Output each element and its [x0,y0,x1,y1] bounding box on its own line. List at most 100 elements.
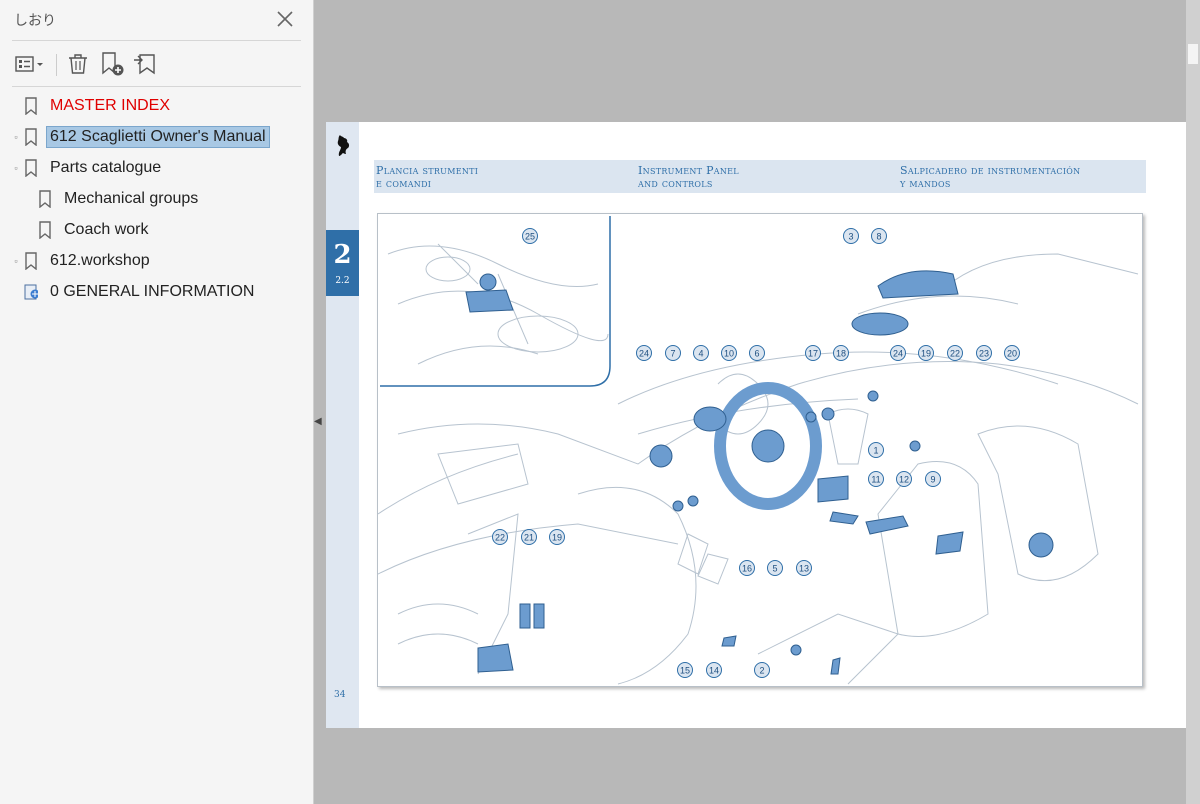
diagram-drawing: 25 3 824 7 4 10 6 17 18 24 19 22 23 20111 12 916 5 1322 21… [378,216,1139,685]
trash-icon [69,54,87,74]
expand-toggle-icon[interactable]: ▫ [12,163,20,173]
callout-marker: 16 [739,560,755,576]
callout-number: 21 [524,533,534,543]
callout-marker: 22 [947,345,963,361]
vertical-scrollbar[interactable] [1186,0,1200,804]
bookmark-item[interactable]: MASTER INDEX [12,92,174,120]
instrument-panel-diagram: 25 3 8 24 7 4 10 6 17 18 24 19 22 23 20 1 11 12 9 16 5 13 22 21… [377,213,1143,687]
callout-number: 4 [698,349,703,359]
callout-marker: 12 [896,471,912,487]
callout-marker: 4 [693,345,709,361]
bookmark-label: Mechanical groups [64,190,199,207]
bookmark-add-icon [102,52,124,76]
page-number: 34 [334,690,346,700]
bookmark-label: Coach work [64,221,149,238]
toolbar-divider [56,54,57,76]
bookmark-label: 0 GENERAL INFORMATION [50,283,255,300]
bookmark-item[interactable]: 0 GENERAL INFORMATION [12,278,258,306]
callout-marker: 9 [925,471,941,487]
close-panel-button[interactable] [272,6,298,32]
section-header: Plancia strumenti e comandi Instrument P… [374,160,1146,193]
bookmark-item[interactable]: Mechanical groups [38,185,202,213]
callout-number: 17 [808,349,818,359]
bookmark-icon [25,97,37,115]
header-spanish-line2: y mandos [900,177,951,190]
chapter-band [326,122,359,728]
callout-number: 8 [876,232,881,242]
scrollbar-thumb[interactable] [1188,44,1198,64]
bookmark-label: 612 Scaglietti Owner's Manual [46,126,270,148]
bookmark-label: MASTER INDEX [50,97,171,114]
header-spanish-line1: Salpicadero de instrumentación [900,164,1081,177]
callout-number: 11 [871,475,880,485]
bookmark-icon [25,252,37,270]
bookmark-toolbar [0,44,313,84]
callout-number: 23 [979,349,989,359]
callout-marker: 14 [706,662,722,678]
divider [12,40,301,41]
document-page: 2 2.2 34 Plancia strumenti e comandi Ins… [326,122,1188,728]
callout-marker: 24 [890,345,906,361]
panel-title: しおり [14,13,56,29]
header-english: Instrument Panel and controls [638,164,739,190]
callout-marker: 7 [665,345,681,361]
bookmark-item[interactable]: ▫ 612 Scaglietti Owner's Manual [12,123,270,151]
bookmark-icon [25,159,37,177]
bookmark-options-button[interactable] [12,48,44,80]
callout-number: 5 [772,564,777,574]
callout-number: 22 [950,349,960,359]
callout-number: 1 [873,446,878,456]
callout-marker: 1 [868,442,884,458]
callout-marker: 11 [868,471,884,487]
bookmark-item[interactable]: ▫ 612.workshop [12,247,154,275]
callout-marker: 23 [976,345,992,361]
callout-number: 6 [754,349,759,359]
callout-number: 7 [670,349,675,359]
callout-marker: 3 [843,228,859,244]
find-current-bookmark-button[interactable] [131,48,163,80]
delete-bookmark-button[interactable] [62,48,94,80]
callout-number: 12 [899,475,909,485]
callout-number: 14 [709,666,719,676]
options-menu-icon [15,56,43,72]
callout-marker: 22 [492,529,508,545]
callout-marker: 24 [636,345,652,361]
callout-number: 25 [525,232,535,242]
collapse-panel-handle[interactable]: ◀ [314,416,324,432]
callout-marker: 6 [749,345,765,361]
expand-toggle-icon[interactable]: ▫ [12,132,20,142]
document-link-icon [24,284,38,300]
callout-number: 15 [680,666,690,676]
chapter-number: 2 [333,240,352,270]
callout-marker: 19 [918,345,934,361]
chapter-section: 2.2 [335,276,350,286]
callout-number: 22 [495,533,505,543]
expand-toggle-icon[interactable]: ▫ [12,256,20,266]
bookmark-label: 612.workshop [50,252,150,269]
callout-marker: 5 [767,560,783,576]
close-icon [277,11,293,27]
callout-marker: 25 [522,228,538,244]
new-bookmark-button[interactable] [97,48,129,80]
bookmark-item[interactable]: ▫ Parts catalogue [12,154,165,182]
header-italian-line1: Plancia strumenti [376,164,479,177]
callout-marker: 15 [677,662,693,678]
callout-marker: 18 [833,345,849,361]
bookmark-icon [39,221,51,239]
callout-number: 10 [724,349,734,359]
bookmark-item[interactable]: Coach work [38,216,152,244]
callout-marker: 21 [521,529,537,545]
bookmark-label: Parts catalogue [50,159,162,176]
callout-number: 20 [1007,349,1017,359]
callout-number: 3 [848,232,853,242]
callout-marker: 20 [1004,345,1020,361]
header-italian-line2: e comandi [376,177,432,190]
callout-marker: 17 [805,345,821,361]
header-italian: Plancia strumenti e comandi [376,164,478,190]
callout-marker: 8 [871,228,887,244]
divider [12,86,301,87]
callout-number: 16 [742,564,752,574]
bookmark-icon [25,128,37,146]
bookmark-icon [39,190,51,208]
header-spanish: Salpicadero de instrumentación y mandos [900,164,1080,190]
